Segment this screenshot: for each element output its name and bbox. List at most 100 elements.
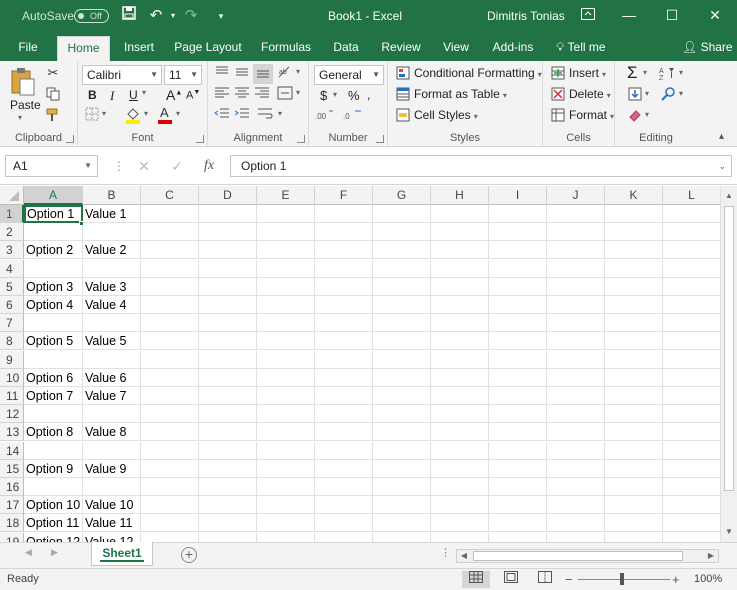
column-header-e[interactable]: E: [257, 186, 315, 205]
cell-h14[interactable]: [431, 442, 489, 460]
align-top-icon[interactable]: [213, 65, 231, 83]
find-select-icon[interactable]: [659, 87, 677, 103]
align-center-icon[interactable]: [233, 86, 251, 104]
increase-indent-icon[interactable]: [233, 107, 251, 125]
cell-c13[interactable]: [141, 423, 199, 441]
cell-i5[interactable]: [489, 278, 547, 296]
cell-e4[interactable]: [257, 260, 315, 278]
cell-c10[interactable]: [141, 369, 199, 387]
cell-l19[interactable]: [663, 533, 720, 542]
format-as-table-button[interactable]: Format as Table ▾: [414, 87, 507, 101]
format-button[interactable]: Format ▾: [569, 108, 614, 122]
cell-f16[interactable]: [315, 478, 373, 496]
cell-k2[interactable]: [605, 223, 663, 241]
zoom-in-button[interactable]: +: [672, 569, 680, 590]
cell-g13[interactable]: [373, 423, 431, 441]
horizontal-scroll-thumb[interactable]: [473, 551, 683, 561]
cell-b4[interactable]: [83, 260, 141, 278]
undo-dropdown-icon[interactable]: ▾: [164, 6, 182, 26]
cell-g7[interactable]: [373, 314, 431, 332]
customize-toolbar-icon[interactable]: ▾: [212, 6, 230, 26]
cell-j5[interactable]: [547, 278, 605, 296]
user-name[interactable]: Dimitris Tonias: [487, 0, 565, 32]
cell-g12[interactable]: [373, 405, 431, 423]
row-header[interactable]: 14: [0, 442, 24, 460]
fill-handle[interactable]: [79, 221, 84, 226]
spreadsheet-grid[interactable]: A B C D E F G H I J K L 1 Option 1 Value 1 2 3 Option 2 Va…: [0, 186, 720, 542]
tell-me-box[interactable]: 💡︎ Tell me: [556, 36, 606, 61]
row-header[interactable]: 10: [0, 369, 24, 387]
cell-e1[interactable]: [257, 205, 315, 223]
cell-k17[interactable]: [605, 496, 663, 514]
column-header-j[interactable]: J: [547, 186, 605, 205]
cell-a4[interactable]: [24, 260, 83, 278]
cell-j17[interactable]: [547, 496, 605, 514]
cell-l7[interactable]: [663, 314, 720, 332]
cell-j2[interactable]: [547, 223, 605, 241]
row-header[interactable]: 4: [0, 260, 24, 278]
cell-e6[interactable]: [257, 296, 315, 314]
cell-e10[interactable]: [257, 369, 315, 387]
cell-d19[interactable]: [199, 533, 257, 542]
zoom-level[interactable]: 100%: [694, 569, 722, 590]
cell-f7[interactable]: [315, 314, 373, 332]
underline-button[interactable]: U: [129, 88, 138, 102]
cell-l2[interactable]: [663, 223, 720, 241]
decrease-font-size-icon[interactable]: A▼: [186, 89, 200, 102]
cell-g9[interactable]: [373, 351, 431, 369]
cell-l15[interactable]: [663, 460, 720, 478]
cell-i9[interactable]: [489, 351, 547, 369]
share-button[interactable]: 👤︎ Share: [682, 36, 733, 61]
cell-b5[interactable]: Value 3: [83, 278, 141, 296]
cell-l11[interactable]: [663, 387, 720, 405]
cell-d9[interactable]: [199, 351, 257, 369]
paste-dropdown-icon[interactable]: ▾: [18, 113, 22, 122]
cell-k12[interactable]: [605, 405, 663, 423]
select-all-corner[interactable]: [0, 186, 24, 205]
cell-h6[interactable]: [431, 296, 489, 314]
cell-k11[interactable]: [605, 387, 663, 405]
cell-c6[interactable]: [141, 296, 199, 314]
cell-h7[interactable]: [431, 314, 489, 332]
cell-h15[interactable]: [431, 460, 489, 478]
cell-j18[interactable]: [547, 514, 605, 532]
save-icon[interactable]: [120, 6, 138, 26]
cell-e2[interactable]: [257, 223, 315, 241]
cell-b6[interactable]: Value 4: [83, 296, 141, 314]
tab-formulas[interactable]: Formulas: [256, 36, 316, 61]
cell-j10[interactable]: [547, 369, 605, 387]
next-sheet-icon[interactable]: ▶: [51, 547, 58, 558]
cell-b1[interactable]: Value 1: [83, 205, 141, 223]
cell-f9[interactable]: [315, 351, 373, 369]
cell-j15[interactable]: [547, 460, 605, 478]
cell-l1[interactable]: [663, 205, 720, 223]
cell-c9[interactable]: [141, 351, 199, 369]
cell-d3[interactable]: [199, 241, 257, 259]
column-header-f[interactable]: F: [315, 186, 373, 205]
cell-f18[interactable]: [315, 514, 373, 532]
cell-c18[interactable]: [141, 514, 199, 532]
cell-e14[interactable]: [257, 442, 315, 460]
cell-e17[interactable]: [257, 496, 315, 514]
cell-k10[interactable]: [605, 369, 663, 387]
close-icon[interactable]: ✕: [695, 0, 735, 32]
autosave-toggle[interactable]: Off: [74, 9, 109, 23]
cell-e16[interactable]: [257, 478, 315, 496]
format-as-table-icon[interactable]: [396, 87, 410, 101]
undo-icon[interactable]: ↶: [147, 6, 165, 26]
cell-h17[interactable]: [431, 496, 489, 514]
column-header-h[interactable]: H: [431, 186, 489, 205]
cell-c15[interactable]: [141, 460, 199, 478]
cell-l18[interactable]: [663, 514, 720, 532]
merge-center-icon[interactable]: [276, 86, 294, 104]
cell-f10[interactable]: [315, 369, 373, 387]
wrap-text-icon[interactable]: [256, 107, 274, 125]
tab-home[interactable]: Home: [57, 36, 110, 61]
row-header[interactable]: 11: [0, 387, 24, 405]
cell-c5[interactable]: [141, 278, 199, 296]
sort-filter-icon[interactable]: AZ: [659, 66, 677, 82]
cell-g16[interactable]: [373, 478, 431, 496]
cell-a5[interactable]: Option 3: [24, 278, 83, 296]
cell-e12[interactable]: [257, 405, 315, 423]
cell-b13[interactable]: Value 8: [83, 423, 141, 441]
